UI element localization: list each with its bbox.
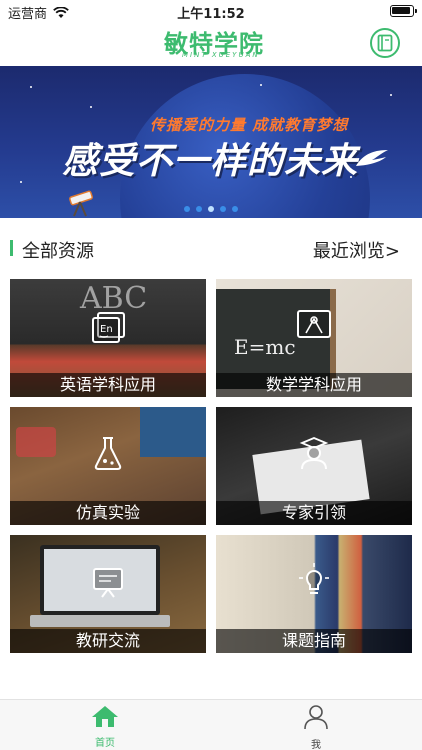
tile-topic-guide[interactable]: 课题指南: [216, 535, 412, 653]
carousel-dot[interactable]: [196, 206, 202, 212]
resource-grid: ABC En 英语学科应用 E=mc 数学学科应用 仿真实验 专家引领 教研交流…: [10, 279, 412, 653]
tab-me-label: 我: [311, 740, 321, 750]
flask-icon: [94, 437, 122, 470]
app-logo: 敏特学院 MINT XUEYUAN: [160, 22, 264, 64]
banner-title: 感受不一样的未来: [62, 141, 359, 182]
carousel-dot[interactable]: [220, 206, 226, 212]
tile-english[interactable]: ABC En 英语学科应用: [10, 279, 206, 397]
english-book-icon: En: [92, 312, 125, 343]
tile-math[interactable]: E=mc 数学学科应用: [216, 279, 412, 397]
section-title: 全部资源: [22, 241, 94, 262]
status-right: [390, 5, 417, 17]
svg-text:En: En: [100, 324, 113, 335]
status-time: 上午11:52: [177, 7, 245, 22]
tile-label: 仿真实验: [75, 503, 140, 522]
recent-browsing-link[interactable]: 最近浏览>: [313, 237, 400, 263]
tab-me[interactable]: 我: [276, 704, 356, 750]
section-accent-bar: [10, 240, 13, 256]
math-board-icon: [297, 310, 331, 338]
app-header: 敏特学院 MINT XUEYUAN: [0, 22, 422, 64]
tab-home-label: 首页: [95, 738, 115, 749]
battery-icon: [390, 5, 417, 17]
carousel-dot[interactable]: [184, 206, 190, 212]
tile-simulation[interactable]: 仿真实验: [10, 407, 206, 525]
status-bar: 运营商 上午11:52: [0, 0, 422, 22]
wing-icon: [356, 150, 388, 166]
tile-math-bg-formula: E=mc: [234, 335, 296, 359]
tile-label: 英语学科应用: [59, 375, 156, 394]
tile-expert[interactable]: 专家引领: [216, 407, 412, 525]
telescope-icon: [69, 190, 93, 217]
tile-label: 专家引领: [281, 503, 346, 522]
tile-label: 数学学科应用: [265, 375, 362, 394]
notebook-icon: [377, 34, 393, 52]
resources-section-header: 全部资源 最近浏览>: [0, 228, 422, 268]
notebook-button[interactable]: [370, 28, 400, 58]
tile-research[interactable]: 教研交流: [10, 535, 206, 653]
logo-sub-text: MINT XUEYUAN: [182, 51, 260, 59]
home-icon: [92, 706, 118, 727]
tile-label: 课题指南: [281, 631, 346, 650]
carousel-dot-active[interactable]: [208, 206, 214, 212]
presentation-icon: [93, 568, 123, 598]
bottom-tab-bar: 首页 我: [0, 699, 422, 750]
user-icon: [304, 705, 328, 730]
carousel-dot[interactable]: [232, 206, 238, 212]
expert-icon: [299, 437, 329, 470]
tile-label: 教研交流: [75, 631, 140, 650]
tab-home[interactable]: 首页: [65, 704, 145, 749]
idea-icon: [299, 563, 329, 594]
